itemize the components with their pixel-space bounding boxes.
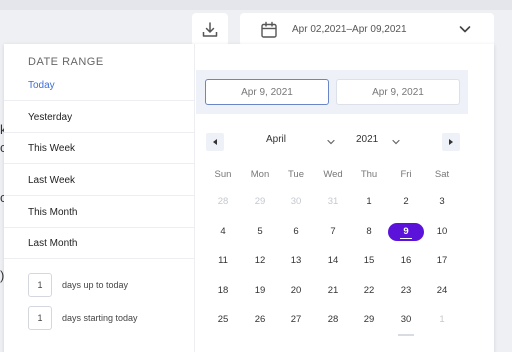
days-starting-today-label: days starting today (62, 313, 138, 323)
calendar-day[interactable]: 18 (205, 282, 241, 300)
calendar-day[interactable]: 30 (388, 311, 424, 329)
today-indicator (398, 334, 414, 336)
calendar-day[interactable]: 19 (242, 282, 278, 300)
download-button[interactable] (192, 13, 228, 46)
days-up-to-today-row: 1 days up to today (28, 273, 128, 297)
preset-this-month[interactable]: This Month (4, 197, 195, 228)
end-date-input[interactable]: Apr 9, 2021 (336, 79, 460, 105)
calendar-day[interactable]: 3 (424, 193, 460, 211)
prev-month-button[interactable] (206, 133, 224, 151)
calendar-day[interactable]: 4 (205, 223, 241, 241)
calendar-day[interactable]: 14 (315, 252, 351, 270)
preset-last-week[interactable]: Last Week (4, 165, 195, 196)
calendar-day[interactable]: 1 (351, 193, 387, 211)
preset-last-month[interactable]: Last Month (4, 228, 195, 259)
calendar-panel: Apr 9, 2021 Apr 9, 2021 April 2021 Sun M… (196, 44, 468, 352)
days-starting-today-row: 1 days starting today (28, 306, 138, 330)
calendar-day[interactable]: 27 (278, 311, 314, 329)
calendar-day[interactable]: 24 (424, 282, 460, 300)
days-up-to-today-input[interactable]: 1 (28, 273, 52, 297)
month-value: April (266, 134, 287, 145)
calendar-day[interactable]: 6 (278, 223, 314, 241)
weekday-fri: Fri (400, 169, 412, 180)
calendar-day[interactable]: 15 (351, 252, 387, 270)
calendar-day[interactable]: 30 (278, 193, 314, 211)
days-starting-today-input[interactable]: 1 (28, 306, 52, 330)
calendar-day[interactable]: 28 (205, 193, 241, 211)
chevron-down-icon (392, 139, 400, 145)
weekday-mon: Mon (250, 169, 270, 180)
preset-this-week[interactable]: This Week (4, 133, 195, 164)
calendar-day[interactable]: 29 (242, 193, 278, 211)
calendar-day[interactable]: 21 (315, 282, 351, 300)
caret-right-icon (449, 139, 453, 145)
calendar-day[interactable]: 22 (351, 282, 387, 300)
calendar-day[interactable]: 5 (242, 223, 278, 241)
calendar-day[interactable]: 29 (351, 311, 387, 329)
caret-left-icon (213, 139, 217, 145)
preset-today[interactable]: Today (4, 70, 195, 101)
weekday-thu: Thu (360, 169, 378, 180)
preset-yesterday[interactable]: Yesterday (4, 102, 195, 133)
weekday-sat: Sat (434, 169, 450, 180)
calendar-day[interactable]: 7 (315, 223, 351, 241)
weekday-tue: Tue (287, 169, 305, 180)
date-range-button[interactable]: Apr 02,2021–Apr 09,2021 (240, 13, 494, 46)
calendar-day[interactable]: 28 (315, 311, 351, 329)
calendar-day[interactable]: 12 (242, 252, 278, 270)
calendar-day[interactable]: 20 (278, 282, 314, 300)
calendar-day[interactable]: 2 (388, 193, 424, 211)
weekday-sun: Sun (214, 169, 232, 180)
calendar-day[interactable]: 16 (388, 252, 424, 270)
calendar-day[interactable]: 8 (351, 223, 387, 241)
date-range-text: Apr 02,2021–Apr 09,2021 (292, 24, 407, 35)
chevron-down-icon (459, 26, 471, 33)
calendar-day[interactable]: 25 (205, 311, 241, 329)
calendar-day[interactable]: 13 (278, 252, 314, 270)
next-month-button[interactable] (442, 133, 460, 151)
year-value: 2021 (356, 134, 379, 145)
calendar-day[interactable]: 17 (424, 252, 460, 270)
date-range-dropdown: DATE RANGE Today Yesterday This Week Las… (4, 44, 494, 352)
download-icon (202, 21, 218, 37)
weekday-wed: Wed (323, 169, 343, 180)
preset-sidebar: DATE RANGE Today Yesterday This Week Las… (4, 44, 195, 352)
days-up-to-today-label: days up to today (62, 280, 129, 290)
start-date-input[interactable]: Apr 9, 2021 (205, 79, 329, 105)
chevron-down-icon (327, 139, 335, 145)
date-range-title: DATE RANGE (28, 56, 104, 68)
calendar-day[interactable]: 1 (424, 311, 460, 329)
calendar-icon (261, 21, 277, 38)
calendar-day[interactable]: 31 (315, 193, 351, 211)
calendar-day[interactable]: 10 (424, 223, 460, 241)
calendar-day[interactable]: 11 (205, 252, 241, 270)
calendar-day[interactable]: 26 (242, 311, 278, 329)
month-select[interactable]: April (266, 134, 336, 145)
calendar-day-selected[interactable]: 9 (388, 223, 424, 241)
app-top-bar (0, 0, 512, 10)
year-select[interactable]: 2021 (356, 134, 406, 145)
calendar-day[interactable]: 23 (388, 282, 424, 300)
